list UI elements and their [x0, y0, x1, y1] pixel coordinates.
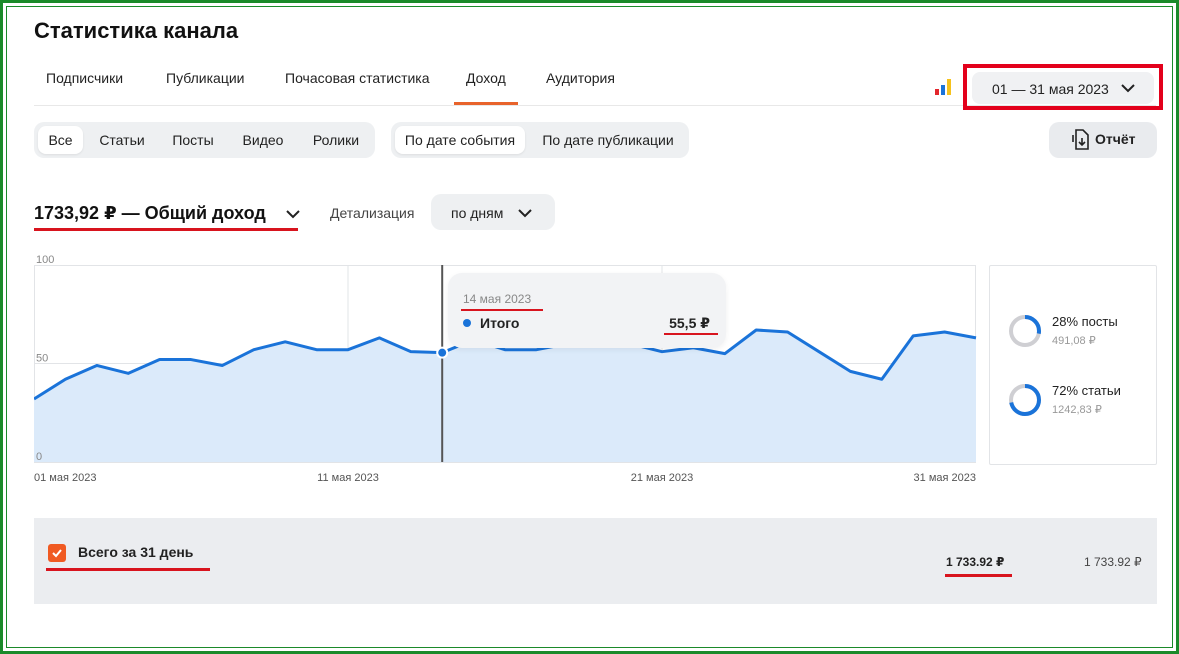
y-tick-label: 0 — [36, 451, 42, 463]
tooltip-series-name: Итого — [480, 315, 520, 331]
tab-publications[interactable]: Публикации — [166, 70, 244, 86]
total-value-secondary: 1 733.92 ₽ — [1084, 555, 1142, 569]
tooltip-date-red-underline — [461, 309, 543, 311]
date-mode-filter: По дате события По дате публикации — [391, 122, 689, 158]
tab-hourly-stats[interactable]: Почасовая статистика — [285, 70, 430, 86]
donut-posts-icon — [1009, 315, 1041, 347]
tab-income[interactable]: Доход — [466, 70, 506, 86]
series-dot-icon — [463, 319, 471, 327]
y-tick-label: 100 — [36, 254, 54, 266]
filter-shorts[interactable]: Ролики — [301, 126, 371, 154]
filter-posts[interactable]: Посты — [161, 126, 225, 154]
breakdown-posts: 28% посты 491,08 ₽ — [1008, 314, 1158, 354]
x-tick-label: 11 мая 2023 — [317, 472, 379, 484]
total-row: Всего за 31 день 1 733.92 ₽ 1 733.92 ₽ — [34, 518, 1157, 604]
date-range-highlight: 01 — 31 мая 2023 — [963, 64, 1163, 110]
filter-video[interactable]: Видео — [230, 126, 296, 154]
active-tab-indicator — [454, 102, 518, 105]
breakdown-articles: 72% статьи 1242,83 ₽ — [1008, 383, 1158, 423]
date-range-label: 01 — 31 мая 2023 — [992, 81, 1109, 97]
checkmark-icon — [52, 549, 62, 558]
tooltip-value: 55,5 ₽ — [669, 315, 710, 331]
tab-audience[interactable]: Аудитория — [546, 70, 615, 86]
income-red-underline — [34, 228, 298, 231]
y-tick-label: 50 — [36, 353, 48, 365]
report-button[interactable]: Отчёт — [1049, 122, 1157, 158]
total-value-red-underline — [945, 574, 1012, 577]
detail-label: Детализация — [330, 205, 415, 221]
breakdown-articles-pct: 72% статьи — [1052, 383, 1121, 398]
detail-select[interactable]: по дням — [431, 194, 555, 230]
bar-chart-icon[interactable] — [934, 78, 952, 96]
total-value-main: 1 733.92 ₽ — [946, 555, 1005, 569]
donut-articles-icon — [1009, 384, 1041, 416]
breakdown-articles-value: 1242,83 ₽ — [1052, 404, 1102, 416]
total-label-red-underline — [46, 568, 210, 571]
page-title: Статистика канала — [34, 18, 239, 43]
tooltip-date: 14 мая 2023 — [463, 292, 532, 306]
content-type-filter: Все Статьи Посты Видео Ролики — [34, 122, 375, 158]
x-tick-label: 01 мая 2023 — [34, 472, 96, 484]
chevron-down-icon — [1121, 84, 1135, 93]
chevron-down-icon[interactable] — [284, 205, 302, 223]
total-checkbox[interactable] — [48, 544, 66, 562]
breakdown-posts-value: 491,08 ₽ — [1052, 335, 1096, 347]
x-tick-label: 21 мая 2023 — [631, 472, 693, 484]
revenue-breakdown-card: 28% посты 491,08 ₽ 72% статьи 1242,83 ₽ — [989, 265, 1157, 465]
filter-by-publication-date[interactable]: По дате публикации — [531, 126, 685, 154]
tab-subscribers[interactable]: Подписчики — [46, 70, 123, 86]
breakdown-posts-pct: 28% посты — [1052, 314, 1118, 329]
detail-value: по дням — [451, 205, 504, 221]
chevron-down-icon — [518, 209, 532, 218]
date-range-select[interactable]: 01 — 31 мая 2023 — [972, 72, 1154, 104]
x-tick-label: 31 мая 2023 — [914, 472, 976, 484]
tooltip-value-red-underline — [664, 333, 718, 335]
filter-all[interactable]: Все — [38, 126, 83, 154]
report-download-icon — [1072, 129, 1089, 150]
report-button-label: Отчёт — [1095, 131, 1136, 147]
filter-by-event-date[interactable]: По дате события — [395, 126, 525, 154]
total-label: Всего за 31 день — [78, 544, 194, 560]
total-income-title[interactable]: 1733,92 ₽ — Общий доход — [34, 203, 266, 224]
filter-articles[interactable]: Статьи — [88, 126, 156, 154]
hover-point — [436, 346, 449, 359]
